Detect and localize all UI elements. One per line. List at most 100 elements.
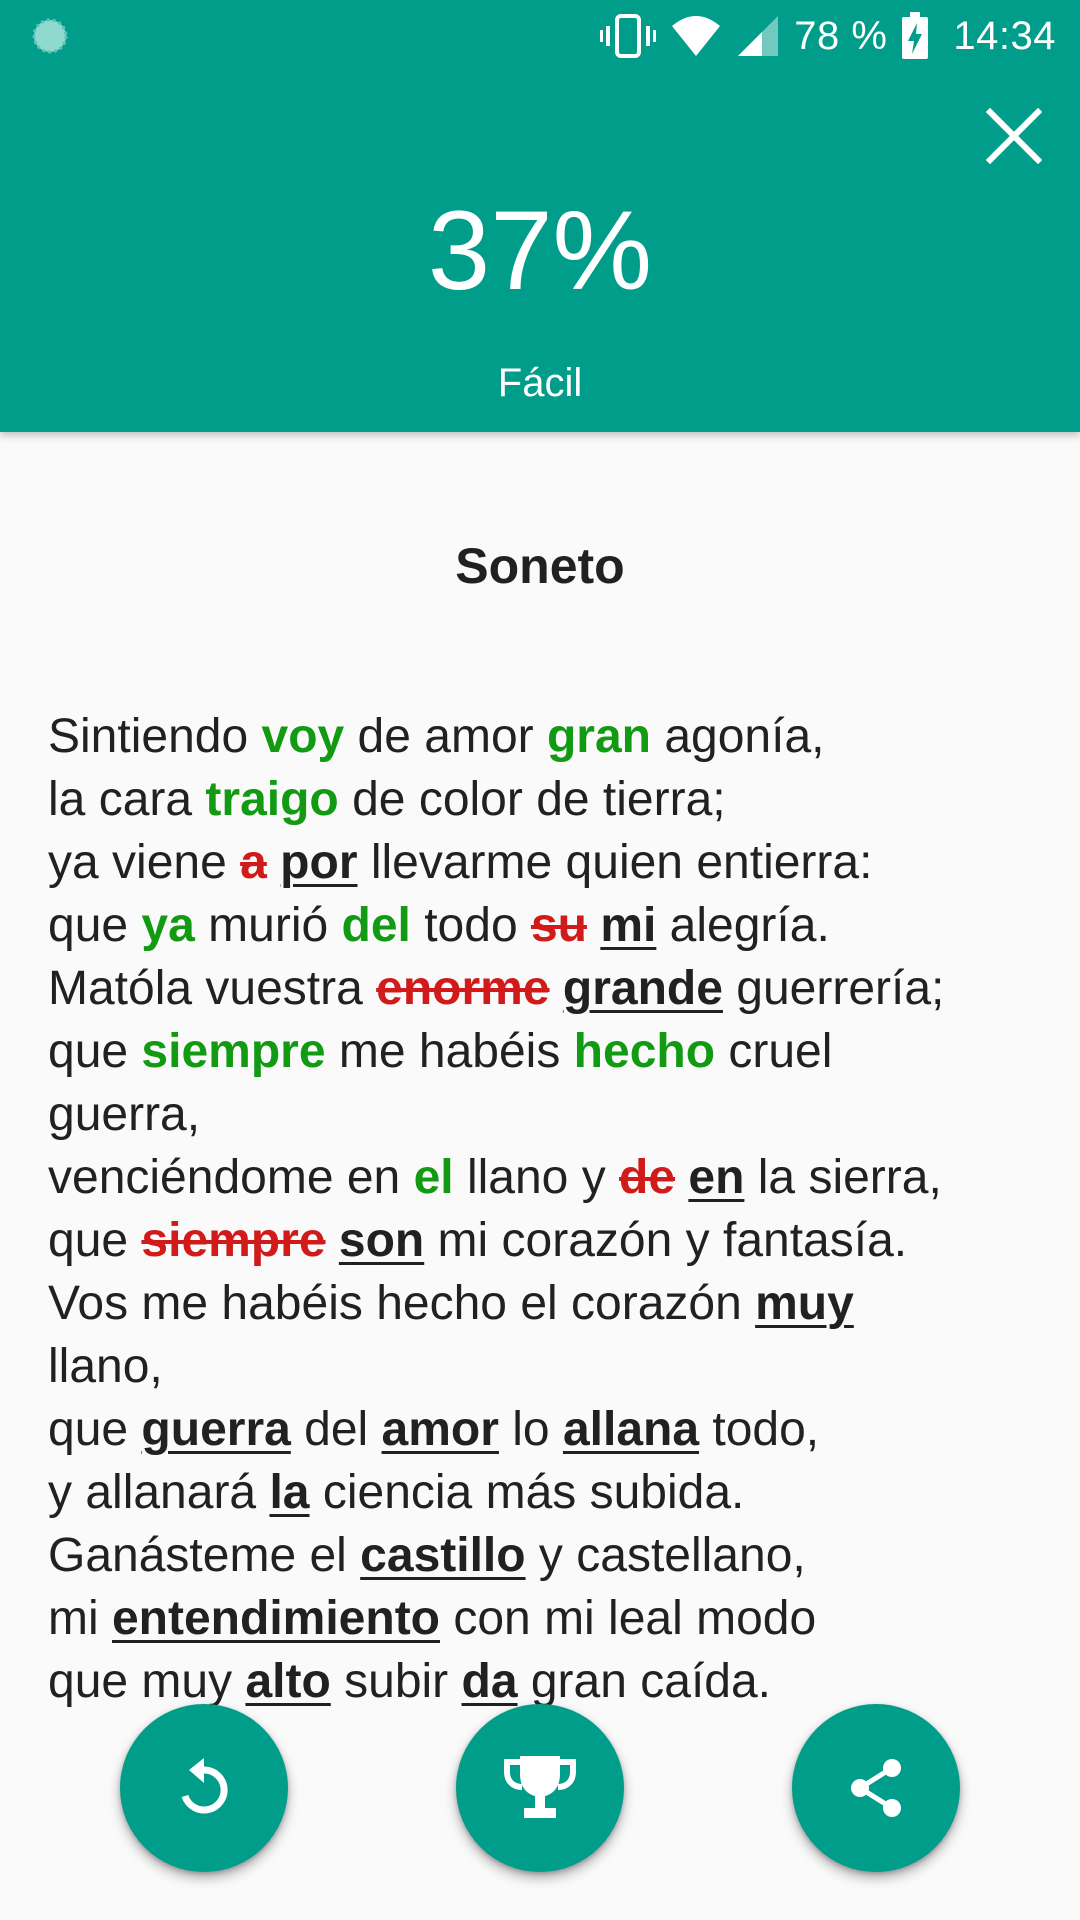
share-icon xyxy=(851,1759,901,1817)
poem-text-segment: que xyxy=(48,1214,142,1267)
corrected-word: son xyxy=(338,1214,425,1267)
replay-icon xyxy=(181,1758,228,1814)
poem-text-segment: y allanará xyxy=(48,1466,270,1519)
poem-line: mi entendimiento con mi leal modo xyxy=(48,1587,1048,1650)
corrected-word: la xyxy=(269,1466,310,1519)
correct-word: traigo xyxy=(205,773,339,826)
signal-icon xyxy=(738,16,779,56)
battery-percentage: 78 % xyxy=(794,13,888,58)
poem-text-segment: del xyxy=(290,1403,382,1456)
poem-text-segment: murió xyxy=(194,899,342,952)
poem-text-segment: cruel xyxy=(715,1025,833,1078)
corrected-word: amor xyxy=(381,1403,499,1456)
wrong-word: siempre xyxy=(141,1214,326,1267)
trophy-icon xyxy=(504,1756,576,1818)
corrected-word: allana xyxy=(562,1403,700,1456)
status-icons: 78 % 14:34 xyxy=(600,8,1056,64)
poem-text-segment: venciéndome en xyxy=(48,1151,414,1204)
correct-word: siempre xyxy=(141,1025,326,1078)
poem-line: que siempre me habéis hecho cruel xyxy=(48,1020,1048,1083)
correct-word: ya xyxy=(141,899,195,952)
poem-text-segment: alegría. xyxy=(656,899,830,952)
poem-text-segment: la cara xyxy=(48,773,206,826)
poem-line: que ya murió del todo su mi alegría. xyxy=(48,894,1048,957)
close-button[interactable] xyxy=(974,96,1054,176)
poem-line: Matóla vuestra enorme grande guerrería; xyxy=(48,957,1048,1020)
poem-text-segment: que xyxy=(48,899,142,952)
poem-line: que guerra del amor lo allana todo, xyxy=(48,1398,1048,1461)
wrong-word: de xyxy=(619,1151,676,1204)
poem-text-segment: llano y xyxy=(453,1151,620,1204)
wrong-word: su xyxy=(530,899,587,952)
poem-text-segment: Matóla vuestra xyxy=(48,962,377,1015)
poem-text-segment: gran caída. xyxy=(517,1655,772,1708)
poem-text-segment: subir xyxy=(330,1655,462,1708)
poem-line: Sintiendo voy de amor gran agonía, xyxy=(48,705,1048,768)
poem-text-segment: guerra, xyxy=(48,1088,201,1141)
poem-text-segment xyxy=(267,836,280,889)
poem-text-segment: ciencia más subida. xyxy=(309,1466,745,1519)
correct-word: voy xyxy=(261,710,345,763)
share-button[interactable] xyxy=(792,1704,960,1872)
poem-text-segment: y castellano, xyxy=(525,1529,806,1582)
corrected-word: mi xyxy=(600,899,657,952)
poem-text-segment: guerrería; xyxy=(722,962,945,1015)
replay-button[interactable] xyxy=(120,1704,288,1872)
poem-text-segment: que muy xyxy=(48,1655,246,1708)
poem-text-segment: llano, xyxy=(48,1340,163,1393)
corrected-word: grande xyxy=(562,962,723,1015)
poem-text-segment: todo, xyxy=(699,1403,820,1456)
wrong-word: a xyxy=(240,836,267,889)
poem-text-segment: de color de tierra; xyxy=(338,773,726,826)
poem-text-segment: Vos me habéis hecho el corazón xyxy=(48,1277,756,1330)
poem-text-segment: ya viene xyxy=(48,836,241,889)
corrected-word: por xyxy=(280,836,358,889)
poem-text-segment: de amor xyxy=(344,710,547,763)
correct-word: gran xyxy=(546,710,651,763)
wifi-icon xyxy=(672,16,721,56)
status-bar: 78 % 14:34 xyxy=(0,0,1080,72)
poem-line: ya viene a por llevarme quien entierra: xyxy=(48,831,1048,894)
poem-text-segment: que xyxy=(48,1403,142,1456)
poem-text-segment: todo xyxy=(410,899,531,952)
difficulty-level: Fácil xyxy=(497,361,583,405)
poem-text-segment xyxy=(587,899,600,952)
correct-word: el xyxy=(413,1151,454,1204)
poem-text-segment: la sierra, xyxy=(744,1151,942,1204)
poem-text-segment xyxy=(326,1214,339,1267)
corrected-word: castillo xyxy=(360,1529,526,1582)
poem-title: Soneto xyxy=(455,538,625,594)
poem-line: la cara traigo de color de tierra; xyxy=(48,768,1048,831)
close-icon xyxy=(986,108,1042,164)
poem-text-segment: mi corazón y fantasía. xyxy=(424,1214,908,1267)
loading-indicator-icon xyxy=(32,18,68,54)
poem-text-segment: me habéis xyxy=(325,1025,574,1078)
poem-line: Ganásteme el castillo y castellano, xyxy=(48,1524,1048,1587)
poem-line: que siempre son mi corazón y fantasía. xyxy=(48,1209,1048,1272)
poem-text: Sintiendo voy de amor gran agonía, la car… xyxy=(48,705,1048,1713)
wrong-word: enorme xyxy=(376,962,550,1015)
poem-text-segment xyxy=(550,962,563,1015)
corrected-word: muy xyxy=(755,1277,854,1330)
poem-line: venciéndome en el llano y de en la sierr… xyxy=(48,1146,1048,1209)
corrected-word: alto xyxy=(245,1655,331,1708)
results-screen: 78 % 14:34 37% Fácil Soneto Sintiendo vo… xyxy=(0,0,1080,1920)
results-header: 78 % 14:34 37% Fácil xyxy=(0,0,1080,432)
corrected-word: da xyxy=(461,1655,518,1708)
poem-text-segment xyxy=(675,1151,688,1204)
poem-line: guerra, xyxy=(48,1083,1048,1146)
poem-text-segment: Sintiendo xyxy=(48,710,262,763)
poem-text-segment: Ganásteme el xyxy=(48,1529,361,1582)
poem-line: llano, xyxy=(48,1335,1048,1398)
poem-text-segment: llevarme quien entierra: xyxy=(357,836,873,889)
corrected-word: en xyxy=(688,1151,745,1204)
clock: 14:34 xyxy=(953,13,1056,58)
corrected-word: guerra xyxy=(141,1403,291,1456)
corrected-word: entendimiento xyxy=(111,1592,440,1645)
poem-line: y allanará la ciencia más subida. xyxy=(48,1461,1048,1524)
poem-text-segment: lo xyxy=(498,1403,563,1456)
correct-word: hecho xyxy=(573,1025,716,1078)
achievements-button[interactable] xyxy=(456,1704,624,1872)
correct-word: del xyxy=(341,899,411,952)
score-percentage: 37% xyxy=(427,188,653,313)
